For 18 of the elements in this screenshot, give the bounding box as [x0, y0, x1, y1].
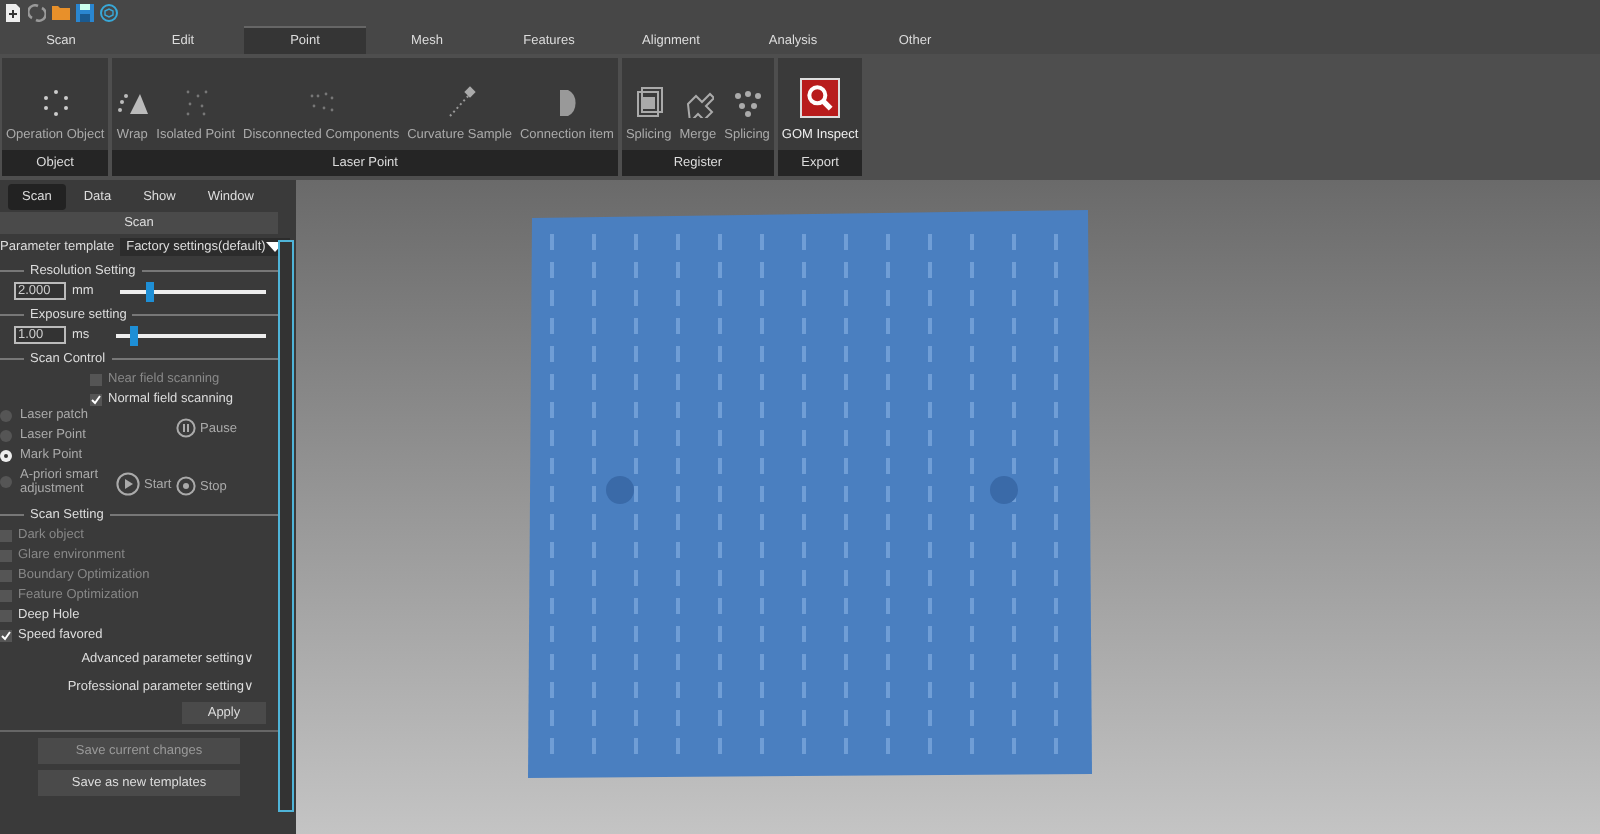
slider-thumb[interactable]	[129, 325, 138, 345]
play-icon	[116, 472, 140, 496]
refresh-icon[interactable]	[28, 4, 46, 22]
stop-icon	[176, 476, 196, 496]
folder-icon[interactable]	[52, 4, 70, 22]
document-stack-icon	[632, 86, 665, 118]
checkmark-icon	[90, 393, 102, 405]
pin-icon	[443, 86, 476, 118]
scrollbar[interactable]	[278, 240, 294, 812]
dot-cluster-icon	[731, 86, 764, 118]
checkmark-icon	[0, 629, 12, 641]
slider-thumb[interactable]	[146, 281, 155, 301]
cube-icon[interactable]	[100, 4, 118, 22]
pause-icon	[176, 418, 196, 438]
save-icon[interactable]	[76, 4, 94, 22]
new-file-icon[interactable]	[4, 4, 22, 22]
search-icon	[804, 82, 837, 114]
dots-ring-icon	[39, 86, 72, 118]
